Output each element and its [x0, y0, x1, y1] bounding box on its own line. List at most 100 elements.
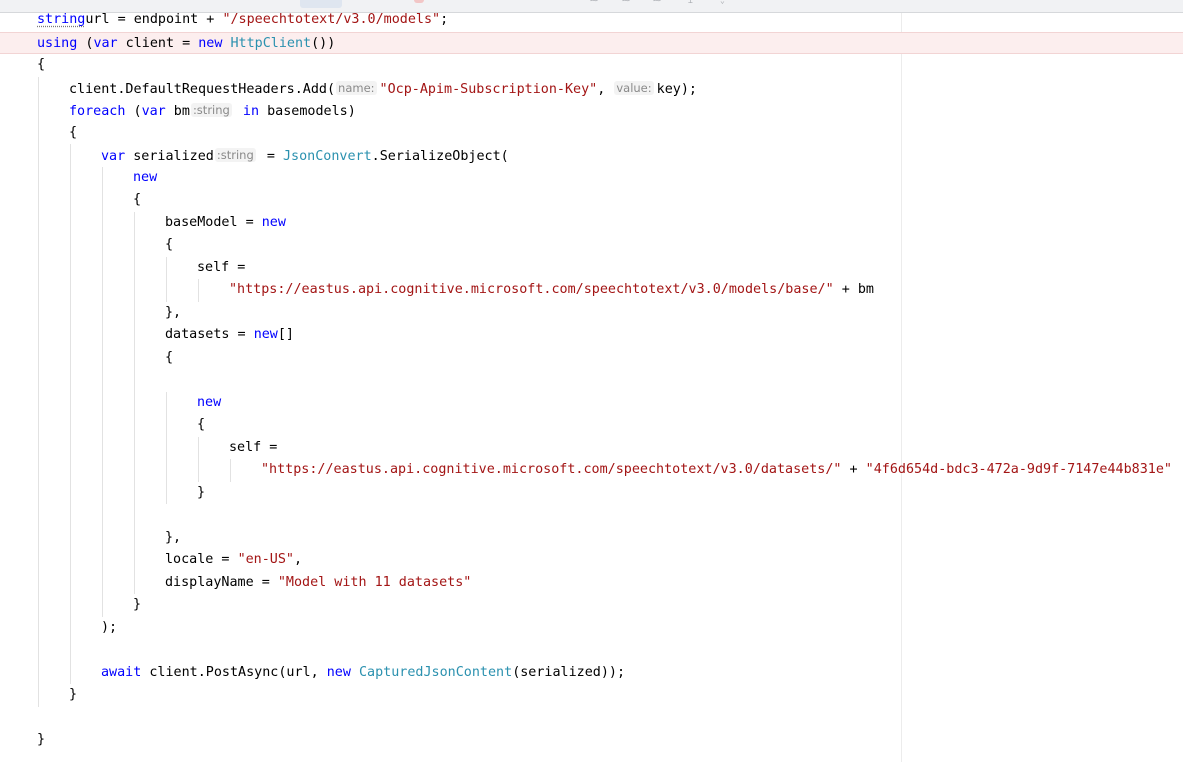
- indent-guide: [38, 369, 39, 392]
- indent-guide: [102, 391, 103, 414]
- indent-guide: [102, 346, 103, 369]
- code-line[interactable]: new: [0, 391, 1183, 415]
- code-text: {: [133, 189, 141, 212]
- code-line[interactable]: datasets = new[]: [0, 324, 1183, 347]
- indent-guide: [198, 279, 199, 302]
- indent-guide: [70, 436, 71, 459]
- indent-guide: [134, 549, 135, 572]
- code-line[interactable]: client.DefaultRequestHeaders.Add(name: "O…: [0, 76, 1183, 99]
- indent-guide: [38, 594, 39, 617]
- active-tab-indicator[interactable]: [300, 0, 342, 8]
- indent-guide: [166, 279, 167, 302]
- indent-guide: [70, 526, 71, 549]
- code-line[interactable]: baseModel = new: [0, 211, 1183, 234]
- code-line[interactable]: stringurl = endpoint + "/speechtotext/v3…: [0, 9, 1183, 32]
- code-line[interactable]: await client.PostAsync(url, new Captured…: [0, 661, 1183, 684]
- indent-guide: [70, 459, 71, 482]
- indent-guide: [134, 459, 135, 482]
- code-line[interactable]: },: [0, 526, 1183, 549]
- code-token: var: [93, 35, 118, 51]
- indent-guide: [70, 549, 71, 572]
- toolbar-glyph-icon[interactable]: ⁓: [622, 0, 630, 5]
- code-token: {: [197, 417, 206, 432]
- indent-guide: [134, 211, 135, 234]
- code-line[interactable]: }: [0, 729, 1183, 752]
- code-text: locale = "en-US",: [165, 549, 302, 572]
- indent-guide: [38, 436, 39, 459]
- indent-guide: [38, 279, 39, 302]
- code-token: }: [133, 597, 142, 612]
- code-token: HttpClient: [230, 35, 312, 51]
- code-line[interactable]: locale = "en-US",: [0, 549, 1183, 572]
- code-line[interactable]: foreach (var bm:string in basemodels): [0, 99, 1183, 122]
- code-token: locale =: [165, 552, 238, 567]
- indent-guide: [166, 391, 167, 414]
- code-line[interactable]: var serialized:string = JsonConvert.Seri…: [0, 144, 1183, 167]
- code-line[interactable]: {: [0, 414, 1183, 437]
- code-line[interactable]: "https://eastus.api.cognitive.microsoft.…: [0, 459, 1183, 482]
- indent-guide: [70, 346, 71, 369]
- code-line[interactable]: self =: [0, 436, 1183, 460]
- code-line[interactable]: {: [0, 234, 1183, 257]
- code-token: "en-US": [237, 552, 294, 567]
- code-text: }: [69, 684, 77, 707]
- code-line[interactable]: "https://eastus.api.cognitive.microsoft.…: [0, 279, 1183, 302]
- code-line[interactable]: displayName = "Model with 11 datasets": [0, 571, 1183, 594]
- code-token: self =: [229, 439, 278, 455]
- indent-guide: [102, 324, 103, 347]
- indent-guide: [38, 459, 39, 482]
- code-text: }: [37, 729, 45, 752]
- code-token: ,: [294, 552, 303, 567]
- code-line[interactable]: }: [0, 594, 1183, 617]
- code-token: datasets =: [165, 327, 254, 342]
- code-line[interactable]: {: [0, 121, 1183, 144]
- code-line[interactable]: }: [0, 684, 1183, 707]
- code-token: {: [69, 124, 78, 140]
- code-token: var: [101, 149, 126, 164]
- code-line[interactable]: [0, 707, 1183, 730]
- code-view[interactable]: stringurl = endpoint + "/speechtotext/v3…: [0, 9, 1183, 752]
- code-token: +: [841, 462, 866, 477]
- indent-guide: [38, 526, 39, 549]
- code-token: string: [37, 12, 86, 27]
- toolbar-glyph-icon[interactable]: ⁓: [590, 0, 598, 5]
- indent-guide: [70, 661, 71, 684]
- indent-guide: [134, 256, 135, 279]
- code-line[interactable]: }: [0, 481, 1183, 504]
- toolbar-glyph-icon[interactable]: ⁓: [653, 0, 661, 5]
- code-line[interactable]: [0, 504, 1183, 527]
- code-text: new: [197, 392, 221, 415]
- code-line[interactable]: [0, 639, 1183, 662]
- code-token: "4f6d654d-bdc3-472a-9d9f-7147e44b831e": [865, 462, 1172, 477]
- indent-guide: [38, 301, 39, 324]
- indent-guide: [102, 256, 103, 279]
- toolbar-glyph-icon[interactable]: ⌄: [720, 0, 725, 5]
- indent-guide: [230, 459, 231, 482]
- code-token: {: [37, 57, 46, 72]
- code-token: bm: [165, 104, 190, 119]
- code-line[interactable]: },: [0, 301, 1183, 324]
- code-line[interactable]: self =: [0, 256, 1183, 280]
- indent-guide: [70, 481, 71, 504]
- toolbar-glyph-icon[interactable]: ⊥: [688, 0, 693, 5]
- code-line[interactable]: using (var client = new HttpClient()): [0, 31, 1183, 56]
- code-text: using (var client = new HttpClient()): [37, 33, 335, 56]
- code-text: self =: [229, 437, 277, 460]
- code-text: "https://eastus.api.cognitive.microsoft.…: [261, 459, 1172, 482]
- inlay-hint: value:: [614, 80, 654, 95]
- code-token: []: [277, 327, 294, 342]
- code-line[interactable]: [0, 369, 1183, 392]
- code-line[interactable]: new: [0, 166, 1183, 189]
- code-line[interactable]: {: [0, 54, 1183, 77]
- indent-guide: [166, 414, 167, 437]
- code-line[interactable]: {: [0, 346, 1183, 369]
- indent-guide: [70, 369, 71, 392]
- indent-guide: [70, 324, 71, 347]
- code-text: var serialized:string = JsonConvert.Seri…: [101, 144, 509, 169]
- code-line[interactable]: );: [0, 616, 1183, 639]
- code-line[interactable]: {: [0, 189, 1183, 212]
- code-token: client.DefaultRequestHeaders.Add(: [69, 81, 336, 97]
- code-editor[interactable]: { "editor": { "colors": { "keyword": "#0…: [0, 0, 1183, 762]
- code-token: client.PostAsync(url,: [141, 664, 327, 680]
- code-text: self =: [197, 257, 245, 280]
